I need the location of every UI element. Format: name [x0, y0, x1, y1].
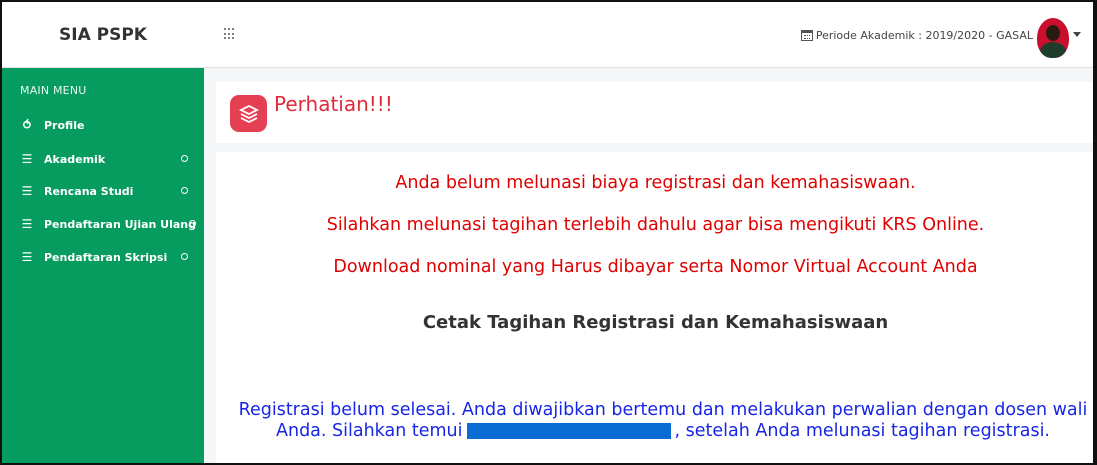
menu-title: MAIN MENU [20, 84, 87, 97]
user-avatar[interactable] [1037, 18, 1069, 58]
layers-icon [230, 95, 267, 132]
main-content: Perhatian!!! Anda belum melunasi biaya r… [204, 68, 1093, 463]
sidebar-item-label: Rencana Studi [44, 184, 134, 198]
chart-icon: ⥀ [21, 118, 33, 132]
download-notice: Download nominal yang Harus dibayar sert… [333, 257, 978, 277]
print-invoice-link[interactable]: Cetak Tagihan Registrasi dan Kemahasiswa… [216, 312, 1093, 333]
sidebar: MAIN MENU ⥀ Profile ☰ Akademik ☰ Rencana… [2, 68, 204, 463]
sidebar-item-pendaftaran-skripsi[interactable]: ☰ Pendaftaran Skripsi [20, 247, 196, 267]
sidebar-item-label: Pendaftaran Skripsi [44, 250, 168, 264]
notice-header: Perhatian!!! [216, 82, 1093, 143]
top-navbar: SIA PSPK Periode Akademik : 2019/2020 - … [2, 2, 1093, 68]
sidebar-item-label: Pendaftaran Ujian Ulang [44, 217, 197, 231]
sidebar-item-rencana-studi[interactable]: ☰ Rencana Studi [20, 181, 196, 201]
periode-label: Periode Akademik : 2019/2020 - GASAL [815, 28, 1033, 42]
layers-icon: ☰ [21, 217, 33, 231]
expand-circle-icon [181, 187, 188, 194]
periode-akademik: Periode Akademik : 2019/2020 - GASAL [800, 2, 1033, 68]
sidebar-item-label: Profile [44, 118, 85, 132]
page-title: Perhatian!!! [274, 92, 393, 116]
app-window: SIA PSPK Periode Akademik : 2019/2020 - … [0, 0, 1097, 465]
sidebar-item-pendaftaran-ujian-ulang[interactable]: ☰ Pendaftaran Ujian Ulang [20, 214, 196, 234]
calendar-icon [800, 29, 813, 41]
expand-circle-icon [189, 220, 196, 227]
chevron-down-icon[interactable] [1073, 32, 1081, 37]
redacted-name [466, 423, 671, 439]
unpaid-notice: Anda belum melunasi biaya registrasi dan… [395, 173, 916, 193]
layers-icon: ☰ [21, 152, 33, 166]
sidebar-item-akademik[interactable]: ☰ Akademik [20, 149, 196, 169]
layers-icon: ☰ [21, 250, 33, 264]
sidebar-item-profile[interactable]: ⥀ Profile [20, 115, 196, 135]
krs-notice: Silahkan melunasi tagihan terlebih dahul… [326, 215, 985, 235]
registration-notice: Registrasi belum selesai. Anda diwajibka… [238, 400, 1088, 442]
expand-circle-icon [181, 155, 188, 162]
sidebar-item-label: Akademik [44, 152, 106, 166]
grid-menu-icon[interactable] [224, 28, 236, 40]
layers-icon: ☰ [21, 184, 33, 198]
registration-text-b: , setelah Anda melunasi tagihan registra… [674, 421, 1050, 441]
expand-circle-icon [181, 253, 188, 260]
notice-body: Anda belum melunasi biaya registrasi dan… [216, 152, 1093, 463]
brand-logo[interactable]: SIA PSPK [2, 2, 204, 68]
